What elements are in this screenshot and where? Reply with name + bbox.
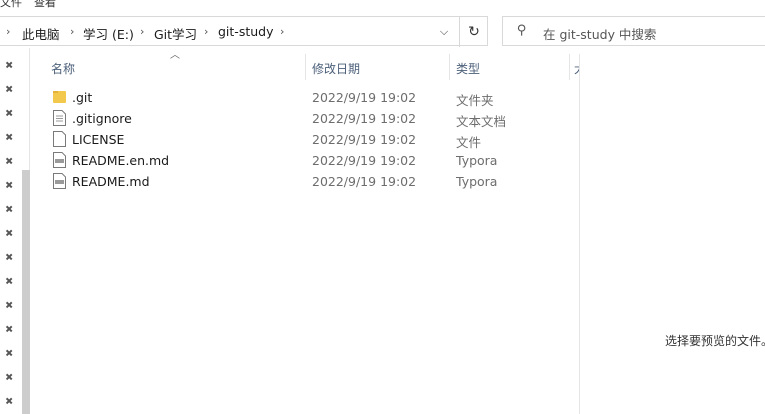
blank-file-icon xyxy=(53,131,66,147)
pin-icon[interactable]: ✚ xyxy=(0,250,16,267)
search-input[interactable]: ⚲ 在 git-study 中搜索 xyxy=(502,16,765,46)
breadcrumb-separator[interactable]: › xyxy=(6,25,10,38)
pin-icon[interactable]: ✚ xyxy=(0,154,16,171)
pin-icon[interactable]: ✚ xyxy=(0,322,16,339)
breadcrumb[interactable]: › 此电脑 › 学习 (E:) › Git学习 › git-study › ⌵ … xyxy=(0,16,488,47)
pin-icon[interactable]: ✚ xyxy=(0,370,16,387)
file-type: 文件夹 xyxy=(456,93,494,108)
breadcrumb-git-folder[interactable]: Git学习 xyxy=(154,24,197,43)
file-row[interactable]: .git 2022/9/19 19:02 文件夹 xyxy=(48,87,578,108)
file-row[interactable]: README.en.md 2022/9/19 19:02 Typora xyxy=(48,150,578,171)
file-date: 2022/9/19 19:02 xyxy=(312,153,417,168)
pin-icon[interactable]: ✚ xyxy=(0,202,16,219)
refresh-icon: ↻ xyxy=(468,24,480,40)
column-header-type[interactable]: 类型 xyxy=(456,60,480,86)
file-row[interactable]: .gitignore 2022/9/19 19:02 文本文档 xyxy=(48,108,578,129)
pin-icon[interactable]: ✚ xyxy=(0,130,16,147)
breadcrumb-separator[interactable]: › xyxy=(70,25,74,38)
ribbon-strip: 文件 查看 xyxy=(0,0,765,10)
text-file-icon xyxy=(53,110,66,126)
column-header-date[interactable]: 修改日期 xyxy=(312,60,360,86)
breadcrumb-separator[interactable]: › xyxy=(140,25,144,38)
file-type: 文件 xyxy=(456,135,482,150)
file-list: .git 2022/9/19 19:02 文件夹 .gitignore 2022… xyxy=(48,87,578,192)
file-name: .gitignore xyxy=(72,111,132,126)
pin-icon[interactable]: ✚ xyxy=(0,82,16,99)
column-divider[interactable] xyxy=(569,54,570,80)
file-row[interactable]: LICENSE 2022/9/19 19:02 文件 xyxy=(48,129,578,150)
file-row[interactable]: README.md 2022/9/19 19:02 Typora xyxy=(48,171,578,192)
search-placeholder: 在 git-study 中搜索 xyxy=(543,27,657,42)
navigation-pane[interactable]: ✚ ✚ ✚ ✚ ✚ ✚ ✚ ✚ ✚ ✚ ✚ ✚ ✚ ✚ ✚ xyxy=(0,48,30,414)
pin-icon[interactable]: ✚ xyxy=(0,58,16,75)
file-name: README.md xyxy=(72,174,150,189)
pin-icon[interactable]: ✚ xyxy=(0,226,16,243)
refresh-button[interactable]: ↻ xyxy=(459,17,488,47)
breadcrumb-current[interactable]: git-study xyxy=(218,24,274,39)
file-type: Typora xyxy=(456,174,498,189)
search-icon: ⚲ xyxy=(517,23,527,38)
address-bar: › 此电脑 › 学习 (E:) › Git学习 › git-study › ⌵ … xyxy=(0,16,765,47)
folder-icon xyxy=(53,91,66,103)
breadcrumb-drive[interactable]: 学习 (E:) xyxy=(83,24,134,43)
markdown-file-icon xyxy=(53,152,66,168)
sort-up-icon: ︿ xyxy=(170,50,180,61)
pin-icon[interactable]: ✚ xyxy=(0,106,16,123)
column-header-name[interactable]: 名称 xyxy=(51,60,75,86)
preview-message: 选择要预览的文件。 xyxy=(665,334,765,348)
file-date: 2022/9/19 19:02 xyxy=(312,132,417,147)
pin-icon[interactable]: ✚ xyxy=(0,346,16,363)
pin-icon[interactable]: ✚ xyxy=(0,298,16,315)
pin-icon[interactable]: ✚ xyxy=(0,178,16,195)
markdown-file-icon xyxy=(53,173,66,189)
file-name: .git xyxy=(72,90,93,105)
file-name: README.en.md xyxy=(72,153,170,168)
file-date: 2022/9/19 19:02 xyxy=(312,174,417,189)
preview-pane-divider[interactable] xyxy=(579,54,580,414)
column-divider[interactable] xyxy=(449,54,450,80)
file-date: 2022/9/19 19:02 xyxy=(312,111,417,126)
chevron-down-icon: ⌵ xyxy=(439,25,449,38)
file-type: 文本文档 xyxy=(456,114,507,129)
column-divider[interactable] xyxy=(305,54,306,80)
ribbon-tab-view[interactable]: 查看 xyxy=(34,0,56,10)
breadcrumb-this-pc[interactable]: 此电脑 xyxy=(22,24,60,43)
file-name: LICENSE xyxy=(72,132,125,147)
file-type: Typora xyxy=(456,153,498,168)
nav-scrollbar[interactable] xyxy=(22,170,30,414)
pin-icon[interactable]: ✚ xyxy=(0,274,16,291)
address-dropdown-button[interactable]: ⌵ xyxy=(430,17,458,47)
breadcrumb-separator[interactable]: › xyxy=(204,25,208,38)
pin-icon[interactable]: ✚ xyxy=(0,394,16,411)
ribbon-tab-file[interactable]: 文件 xyxy=(0,0,22,10)
file-date: 2022/9/19 19:02 xyxy=(312,90,417,105)
breadcrumb-separator[interactable]: › xyxy=(280,25,284,38)
